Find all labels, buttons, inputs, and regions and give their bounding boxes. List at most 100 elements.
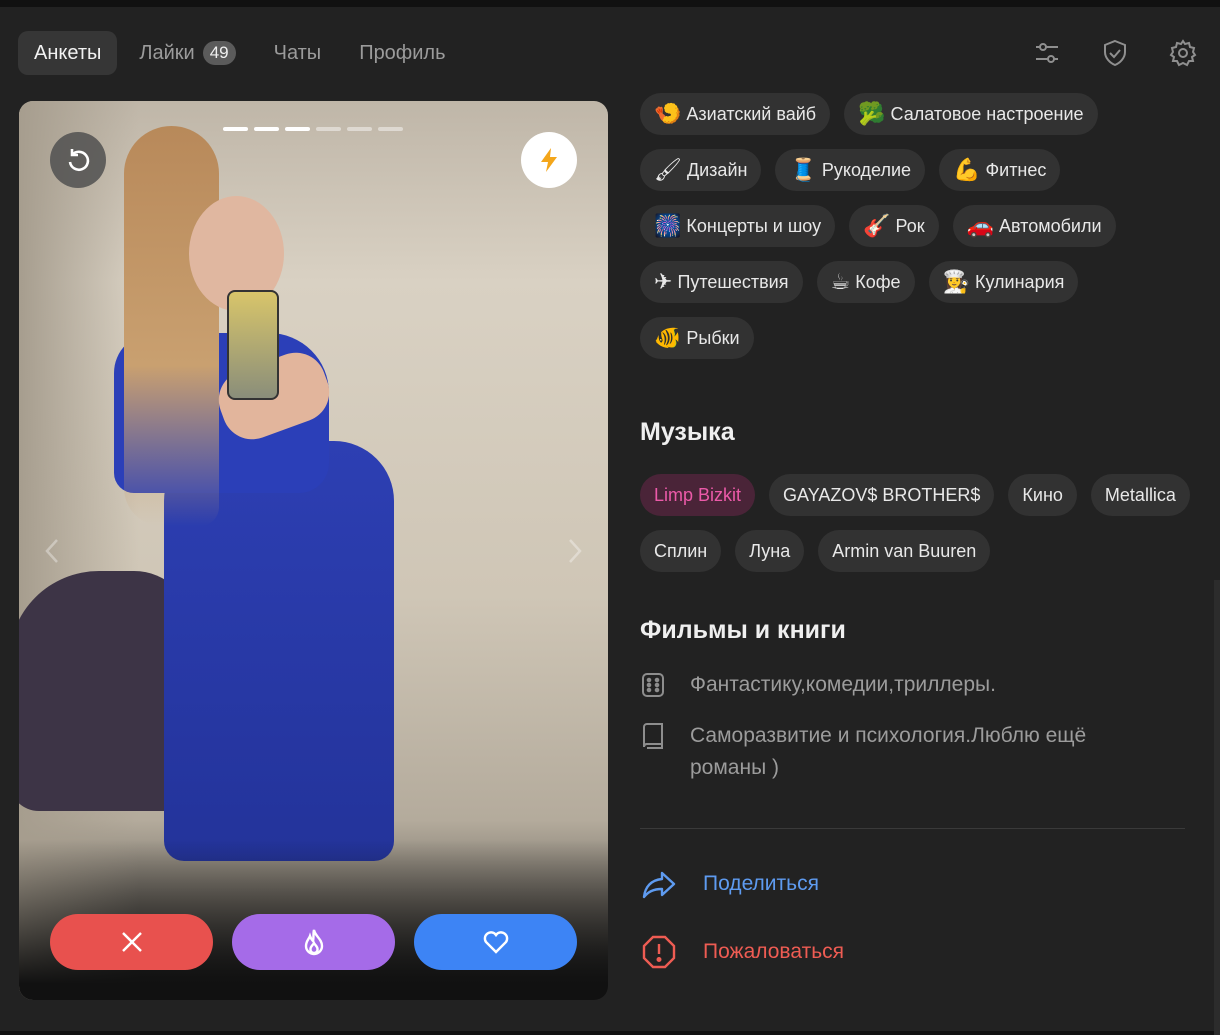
coffee-icon: ☕ xyxy=(830,269,851,295)
fish-icon: 🐠 xyxy=(654,325,682,351)
chip-label: Путешествия xyxy=(677,271,789,292)
interest-chip[interactable]: ✈ Путешествия xyxy=(640,261,803,303)
music-list: Limp Bizkit GAYAZOV$ BROTHER$ Кино Metal… xyxy=(640,474,1200,572)
photo-dot[interactable] xyxy=(254,127,279,131)
likes-count-badge: 49 xyxy=(202,41,236,65)
filters-icon[interactable] xyxy=(1020,31,1074,75)
close-icon xyxy=(121,932,142,952)
music-chip[interactable]: Луна xyxy=(735,530,805,572)
share-button[interactable]: Поделиться xyxy=(640,865,819,903)
music-chip[interactable]: Кино xyxy=(1008,474,1077,516)
top-nav: Анкеты Лайки 49 Чаты Профиль xyxy=(18,31,462,75)
profile-photo-card[interactable] xyxy=(19,101,608,1000)
shield-check-icon[interactable] xyxy=(1088,31,1142,75)
interest-chip[interactable]: 🎸 Рок xyxy=(849,205,939,247)
previous-photo-button[interactable] xyxy=(41,536,65,566)
share-icon xyxy=(642,871,676,899)
warning-octagon-icon xyxy=(642,935,676,969)
book-icon xyxy=(643,723,663,749)
tab-profile[interactable]: Профиль xyxy=(343,31,461,75)
chip-label: Кофе xyxy=(855,271,901,292)
photo-dot[interactable] xyxy=(285,127,310,131)
boost-button[interactable] xyxy=(521,132,577,188)
cook-icon: 👩‍🍳 xyxy=(942,269,970,295)
tab-label: Анкеты xyxy=(34,41,102,64)
interest-chip[interactable]: 🖌 Дизайн xyxy=(640,149,762,191)
photo-pagination xyxy=(223,127,403,131)
books-row: Саморазвитие и психология.Люблю ещё рома… xyxy=(640,722,1180,784)
photo-hair xyxy=(124,126,219,526)
tab-label: Лайки xyxy=(139,41,195,64)
interest-chip[interactable]: 🥦 Салатовое настроение xyxy=(844,93,1098,135)
broccoli-icon: 🥦 xyxy=(858,101,886,127)
tab-profiles[interactable]: Анкеты xyxy=(18,31,118,75)
guitar-icon: 🎸 xyxy=(863,213,891,239)
music-heading: Музыка xyxy=(640,418,735,446)
thread-icon: 🧵 xyxy=(789,157,817,183)
shrimp-icon: 🍤 xyxy=(654,101,682,127)
nav-actions xyxy=(1020,31,1210,75)
photo-dot[interactable] xyxy=(378,127,403,131)
dislike-button[interactable] xyxy=(50,914,213,970)
fire-icon xyxy=(304,929,323,956)
photo-phone xyxy=(227,290,279,400)
films-text: Фантастику,комедии,триллеры. xyxy=(690,673,996,696)
photo-dot[interactable] xyxy=(347,127,372,131)
music-chip[interactable]: Сплин xyxy=(640,530,722,572)
interest-chip[interactable]: 👩‍🍳 Кулинария xyxy=(928,261,1079,303)
tab-label: Профиль xyxy=(359,41,446,64)
tab-chats[interactable]: Чаты xyxy=(258,31,338,75)
gear-icon[interactable] xyxy=(1156,31,1210,75)
films-books-heading: Фильмы и книги xyxy=(640,616,846,644)
chip-label: Автомобили xyxy=(999,215,1102,236)
tab-label: Чаты xyxy=(273,41,322,64)
chip-label: Рок xyxy=(895,215,925,236)
report-label: Пожаловаться xyxy=(703,940,845,963)
books-text: Саморазвитие и психология.Люблю ещё рома… xyxy=(690,724,1087,779)
next-photo-button[interactable] xyxy=(562,536,586,566)
divider xyxy=(640,828,1185,829)
chip-label: Рыбки xyxy=(686,327,740,348)
music-chip[interactable]: Armin van Buuren xyxy=(818,530,991,572)
lightning-icon xyxy=(541,148,557,172)
photo-dot[interactable] xyxy=(316,127,341,131)
car-icon: 🚗 xyxy=(966,213,994,239)
swipe-actions xyxy=(50,914,577,970)
chip-label: Салатовое настроение xyxy=(890,103,1084,124)
superlike-button[interactable] xyxy=(232,914,395,970)
share-label: Поделиться xyxy=(703,872,819,895)
fireworks-icon: 🎆 xyxy=(654,213,682,239)
chevron-right-icon xyxy=(569,539,582,563)
interest-chip[interactable]: 🐠 Рыбки xyxy=(640,317,754,359)
music-chip[interactable]: Limp Bizkit xyxy=(640,474,756,516)
interest-chip[interactable]: 🎆 Концерты и шоу xyxy=(640,205,836,247)
chip-label: Азиатский вайб xyxy=(686,103,817,124)
photo-dot[interactable] xyxy=(223,127,248,131)
chip-label: Концерты и шоу xyxy=(686,215,822,236)
like-button[interactable] xyxy=(414,914,577,970)
chip-label: Дизайн xyxy=(686,159,748,180)
chip-label: Фитнес xyxy=(985,159,1047,180)
scrollbar-track[interactable] xyxy=(1214,580,1220,1035)
chip-label: Рукоделие xyxy=(821,159,912,180)
undo-icon xyxy=(68,149,90,172)
interest-chip[interactable]: 🚗 Автомобили xyxy=(952,205,1116,247)
music-chip[interactable]: GAYAZOV$ BROTHER$ xyxy=(769,474,995,516)
film-icon xyxy=(642,673,664,697)
report-button[interactable]: Пожаловаться xyxy=(640,933,844,971)
chevron-left-icon xyxy=(45,539,58,563)
interest-chip[interactable]: 💪 Фитнес xyxy=(939,149,1061,191)
paintbrush-icon: 🖌 xyxy=(654,157,682,183)
interest-chip[interactable]: ☕ Кофе xyxy=(816,261,915,303)
undo-button[interactable] xyxy=(50,132,106,188)
tab-likes[interactable]: Лайки 49 xyxy=(123,31,251,75)
interest-chip[interactable]: 🧵 Рукоделие xyxy=(775,149,926,191)
interests-list: 🍤 Азиатский вайб 🥦 Салатовое настроение 🖌 Д… xyxy=(640,93,1200,359)
airplane-icon: ✈ xyxy=(654,269,673,295)
interest-chip[interactable]: 🍤 Азиатский вайб xyxy=(640,93,831,135)
music-chip[interactable]: Metallica xyxy=(1090,474,1190,516)
biceps-icon: 💪 xyxy=(953,157,981,183)
chip-label: Кулинария xyxy=(974,271,1065,292)
films-row: Фантастику,комедии,триллеры. xyxy=(640,671,1180,701)
heart-icon xyxy=(483,931,508,954)
